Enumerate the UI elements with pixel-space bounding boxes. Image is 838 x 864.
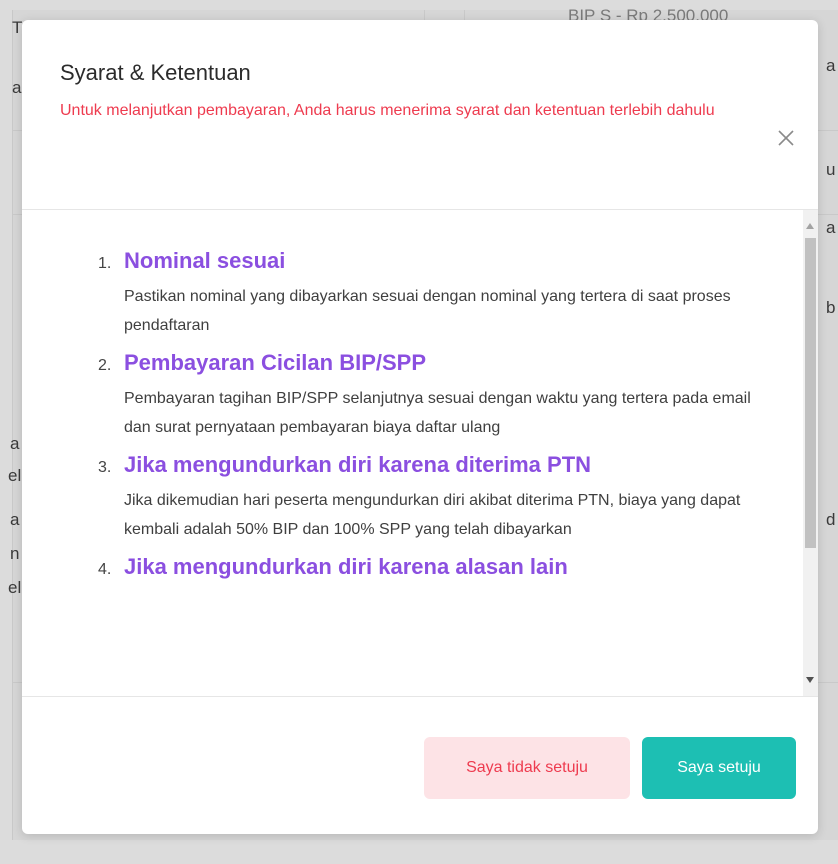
background-fragment: a: [12, 78, 22, 97]
term-number: 4.: [98, 561, 112, 578]
scrollbar[interactable]: [803, 210, 818, 696]
term-title: Pembayaran Cicilan BIP/SPP: [124, 350, 427, 375]
term-title: Jika mengundurkan diri karena alasan lai…: [124, 554, 568, 579]
terms-list: 1. Nominal sesuai Pastikan nominal yang …: [98, 248, 758, 590]
background-fragment: u: [826, 160, 836, 179]
background-fragment: el: [8, 466, 22, 485]
background-fragment: n: [10, 544, 20, 563]
term-title: Nominal sesuai: [124, 248, 286, 273]
background-fragment: a: [826, 218, 836, 237]
term-description: Pastikan nominal yang dibayarkan sesuai …: [124, 288, 731, 334]
term-number: 3.: [98, 459, 112, 476]
background-top-text: BIP S - Rp 2.500.000: [568, 6, 729, 20]
term-item: 2. Pembayaran Cicilan BIP/SPP Pembayaran…: [98, 350, 758, 442]
term-header: 3. Jika mengundurkan diri karena diterim…: [98, 452, 758, 478]
term-header: 1. Nominal sesuai: [98, 248, 758, 274]
background-fragment: T: [12, 18, 23, 37]
scroll-up-arrow-icon[interactable]: [806, 223, 814, 229]
term-item: 3. Jika mengundurkan diri karena diterim…: [98, 452, 758, 544]
term-title: Jika mengundurkan diri karena diterima P…: [124, 452, 592, 477]
term-number: 2.: [98, 357, 112, 374]
background-fragment: a: [826, 56, 836, 75]
agree-button[interactable]: Saya setuju: [642, 737, 796, 799]
decline-button[interactable]: Saya tidak setuju: [424, 737, 630, 799]
scroll-thumb[interactable]: [805, 238, 816, 548]
background-fragment: a: [10, 434, 20, 453]
term-header: 2. Pembayaran Cicilan BIP/SPP: [98, 350, 758, 376]
scroll-down-arrow-icon[interactable]: [806, 677, 814, 683]
modal-header: Syarat & Ketentuan Untuk melanjutkan pem…: [22, 20, 818, 210]
term-number: 1.: [98, 255, 112, 272]
close-icon[interactable]: [774, 126, 798, 150]
term-item: 4. Jika mengundurkan diri karena alasan …: [98, 554, 758, 580]
modal-title: Syarat & Ketentuan: [60, 60, 251, 85]
modal-footer: Saya tidak setuju Saya setuju: [22, 696, 818, 834]
background-fragment: d: [826, 510, 836, 529]
background-fragment: el: [8, 578, 22, 597]
background-fragment: a: [10, 510, 20, 529]
close-button[interactable]: [774, 126, 798, 150]
term-header: 4. Jika mengundurkan diri karena alasan …: [98, 554, 758, 580]
term-item: 1. Nominal sesuai Pastikan nominal yang …: [98, 248, 758, 340]
term-description: Jika dikemudian hari peserta mengundurka…: [124, 492, 741, 538]
term-description: Pembayaran tagihan BIP/SPP selanjutnya s…: [124, 390, 751, 436]
terms-scroll-area[interactable]: 1. Nominal sesuai Pastikan nominal yang …: [22, 210, 818, 696]
terms-modal: Syarat & Ketentuan Untuk melanjutkan pem…: [22, 20, 818, 834]
modal-subtitle: Untuk melanjutkan pembayaran, Anda harus…: [60, 102, 715, 119]
background-fragment: b: [826, 298, 836, 317]
